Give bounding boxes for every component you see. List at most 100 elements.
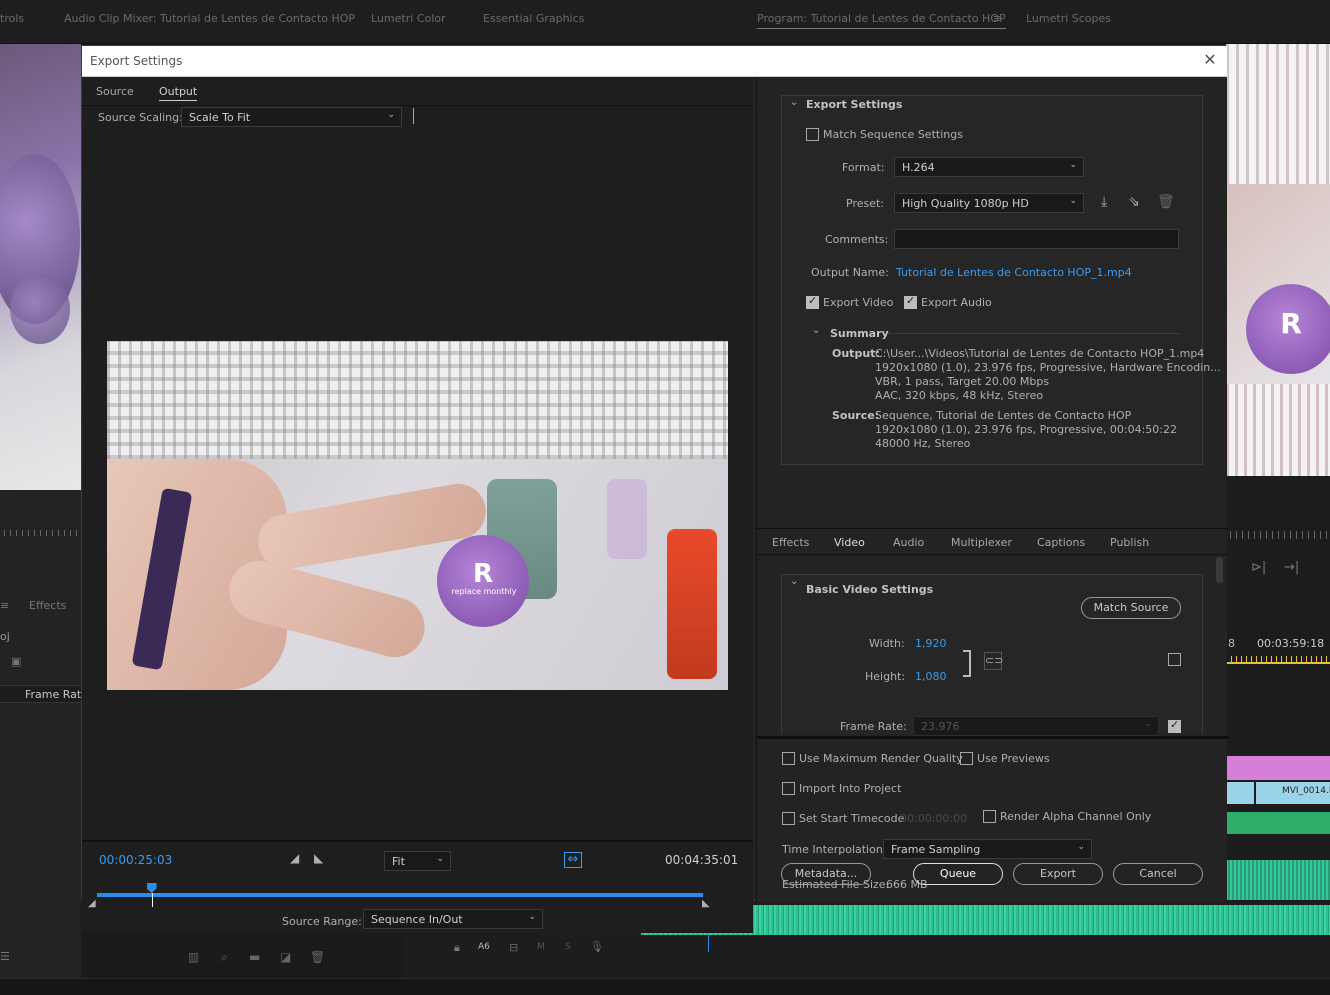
hamburger-icon[interactable]: ≡ (993, 12, 1002, 25)
export-video-checkbox[interactable] (806, 294, 819, 309)
format-dropdown[interactable]: H.264 ⌄ (894, 157, 1084, 177)
height-value[interactable]: 1,080 (915, 670, 947, 683)
summary-heading: Summary (830, 327, 889, 340)
project-label: oj (0, 630, 10, 643)
scrollbar-thumb[interactable] (1216, 557, 1223, 583)
export-button[interactable]: Export (1013, 863, 1103, 885)
tab-source[interactable]: Source (96, 85, 134, 98)
tab-audio-clip-mixer[interactable]: Audio Clip Mixer: Tutorial de Lentes de … (64, 12, 355, 25)
scrub-bar[interactable] (97, 893, 703, 897)
new-item-icon[interactable]: ◪ (280, 950, 291, 964)
export-audio-label: Export Audio (921, 296, 992, 309)
use-previews-checkbox[interactable] (960, 752, 973, 765)
import-into-project-checkbox[interactable] (782, 782, 795, 795)
tab-effects[interactable]: Effects (29, 599, 66, 612)
frame-rate-override-checkbox[interactable] (1168, 718, 1181, 733)
close-icon[interactable]: ✕ (1201, 51, 1219, 69)
zoom-dropdown[interactable]: Fit ⌄ (384, 851, 451, 871)
video-clip-blue[interactable] (1226, 782, 1254, 804)
tab-multiplexer[interactable]: Multiplexer (951, 536, 1012, 549)
find-icon[interactable]: ⌕ (221, 950, 228, 965)
collapse-chevron-icon[interactable]: ⌄ (790, 576, 798, 587)
save-preset-icon[interactable]: ⤓ (1101, 194, 1107, 210)
tab-effects[interactable]: Effects (772, 536, 809, 549)
chevron-down-icon: ⌄ (1069, 196, 1077, 206)
preset-label: Preset: (846, 197, 885, 210)
export-settings-dialog: Export Settings ✕ Source Output Source S… (81, 45, 1228, 933)
project-toolbar-icons: ▥ ⌕ ▬ ◪ 🗑︎ (183, 950, 333, 970)
metadata-button[interactable]: Metadata... (781, 863, 871, 885)
link-icon[interactable]: ⊂⊃ (984, 652, 1003, 670)
source-scaling-dropdown[interactable]: Scale To Fit ⌄ (181, 107, 402, 127)
list-view-icon[interactable]: ☰ (0, 950, 10, 963)
queue-button[interactable]: Queue (913, 863, 1003, 885)
lock-icon[interactable]: 🔒︎ (454, 941, 460, 955)
max-render-quality-checkbox[interactable] (782, 752, 795, 765)
delete-preset-icon[interactable]: 🗑︎ (1157, 194, 1175, 210)
trash-icon[interactable]: 🗑︎ (310, 950, 325, 964)
chevron-down-icon: ⌄ (528, 912, 536, 922)
go-to-out-icon[interactable]: →| (1284, 560, 1299, 575)
tab-effect-controls[interactable]: trols (0, 12, 24, 25)
playback-controls: 00:00:25:03 ◢ ◣ Fit ⌄ ⇔ 00:04:35:01 ◢ ◣ … (82, 840, 753, 933)
time-interpolation-dropdown[interactable]: Frame Sampling ⌄ (883, 839, 1092, 859)
export-audio-checkbox[interactable] (904, 294, 917, 309)
mute-button-a6[interactable]: M (537, 942, 545, 952)
aspect-ratio-icon[interactable]: ⇔ (564, 852, 582, 868)
tab-output[interactable]: Output (159, 85, 198, 101)
width-value[interactable]: 1,920 (915, 637, 947, 650)
match-source-button[interactable]: Match Source (1081, 597, 1181, 619)
output-name-link[interactable]: Tutorial de Lentes de Contacto HOP_1.mp4 (896, 266, 1132, 279)
set-start-timecode-checkbox[interactable] (782, 812, 795, 825)
tab-lumetri-scopes[interactable]: Lumetri Scopes (1026, 12, 1111, 25)
track-a6-label: A6 (478, 942, 490, 952)
import-preset-icon[interactable]: ⇘ (1128, 194, 1140, 210)
time-interpolation-label: Time Interpolation: (782, 843, 887, 856)
frame-rate-dropdown[interactable]: 23.976 ⌄ (913, 716, 1159, 736)
out-point-icon[interactable]: ◣ (702, 898, 710, 909)
tab-publish[interactable]: Publish (1110, 536, 1149, 549)
start-timecode-value[interactable]: 00:00:00:00 (900, 812, 967, 825)
current-timecode[interactable]: 00:00:25:03 (99, 853, 172, 867)
collapse-chevron-icon[interactable]: ⌄ (812, 325, 820, 336)
freeform-icon[interactable]: ▥ (188, 950, 199, 964)
tab-essential-graphics[interactable]: Essential Graphics (483, 12, 584, 25)
import-into-project-label: Import Into Project (799, 782, 902, 795)
source-range-dropdown[interactable]: Sequence In/Out ⌄ (363, 909, 543, 929)
max-render-quality-label: Use Maximum Render Quality (799, 752, 963, 765)
playhead-marker[interactable] (146, 883, 157, 893)
cancel-button[interactable]: Cancel (1113, 863, 1203, 885)
match-sequence-checkbox[interactable] (806, 128, 819, 141)
match-sequence-label: Match Sequence Settings (823, 128, 963, 141)
timeline-timecode: 00:03:59:18 (1257, 637, 1325, 650)
in-point-icon[interactable]: ◢ (88, 898, 96, 909)
folder-icon[interactable]: ▣ (11, 655, 21, 668)
sync-icon[interactable]: ⊟ (509, 941, 518, 954)
collapse-chevron-icon[interactable]: ⌄ (790, 97, 798, 108)
new-bin-icon[interactable]: ▬ (249, 950, 260, 964)
preview-jar-right: R (1246, 284, 1330, 374)
solo-button-a6[interactable]: S (565, 942, 571, 952)
render-alpha-checkbox[interactable] (983, 810, 996, 823)
output-name-label: Output Name: (811, 266, 889, 279)
tab-program-monitor[interactable]: Program: Tutorial de Lentes de Contacto … (757, 12, 1006, 29)
comments-input[interactable] (894, 229, 1179, 249)
mark-in-icon[interactable]: ◢ (290, 851, 299, 865)
audio-clip-green[interactable] (1226, 812, 1330, 834)
summary-source-line: Sequence, Tutorial de Lentes de Contacto… (875, 409, 1132, 422)
video-clip-mvi[interactable]: MVI_0014.M (1256, 782, 1330, 804)
mic-icon[interactable]: 🎙︎ (590, 940, 604, 953)
step-forward-icon[interactable]: ⊳| (1251, 560, 1266, 575)
tab-captions[interactable]: Captions (1037, 536, 1085, 549)
video-clip-pink[interactable] (1226, 756, 1330, 780)
width-override-checkbox[interactable] (1168, 653, 1181, 666)
tab-audio[interactable]: Audio (893, 536, 924, 549)
mark-out-icon[interactable]: ◣ (314, 851, 323, 865)
tab-video[interactable]: Video (834, 536, 865, 549)
frame-rate-column-header[interactable]: Frame Rate (25, 688, 88, 701)
menu-icon[interactable]: ≡ (0, 599, 9, 612)
tab-lumetri-color[interactable]: Lumetri Color (371, 12, 446, 25)
preset-dropdown[interactable]: High Quality 1080p HD ⌄ (894, 193, 1084, 213)
settings-pane: ⌄ Export Settings Match Sequence Setting… (756, 77, 1228, 902)
dialog-title: Export Settings (90, 54, 183, 68)
